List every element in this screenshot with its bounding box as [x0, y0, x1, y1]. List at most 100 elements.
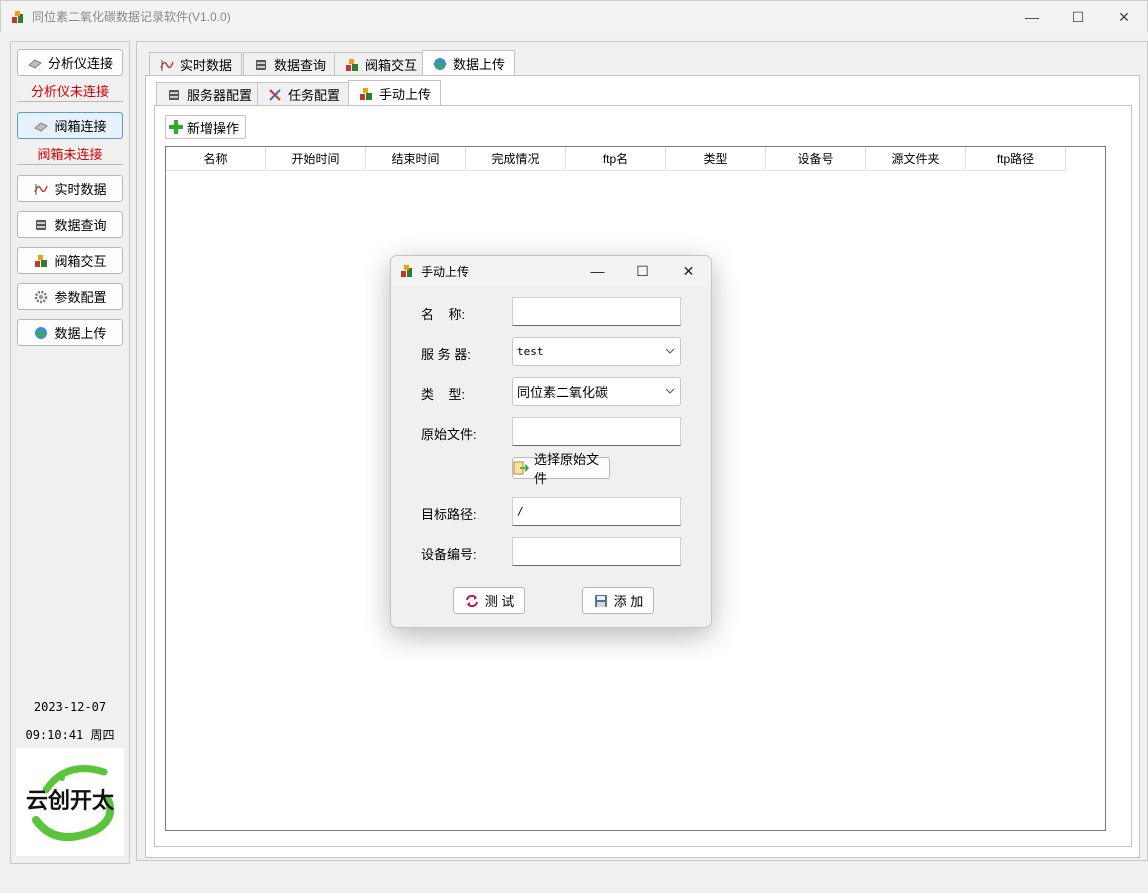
tab-label: 任务配置 [288, 88, 341, 103]
column-header-status[interactable]: 完成情况 [466, 147, 566, 171]
column-header-type[interactable]: 类型 [666, 147, 766, 171]
choose-source-file-label: 选择原始文件 [534, 452, 600, 486]
test-button[interactable]: 测 试 [453, 587, 525, 614]
nav-label: 阀箱交互 [54, 254, 107, 269]
name-input[interactable] [512, 297, 681, 326]
current-date: 2023-12-07 [33, 700, 107, 714]
type-select[interactable]: 同位素二氧化碳 [512, 377, 681, 406]
name-label: 名 称: [421, 307, 466, 322]
add-operation-label: 新增操作 [187, 120, 240, 136]
server-label: 服 务 器: [421, 347, 471, 362]
valve-status: 阀箱未连接 [37, 147, 103, 162]
divider [17, 101, 123, 102]
dialog-title: 手动上传 [421, 264, 470, 279]
gear-icon [33, 289, 49, 305]
database-icon [166, 87, 182, 103]
add-operation-button[interactable]: 新增操作 [165, 115, 247, 139]
choose-source-file-button[interactable]: 选择原始文件 [512, 452, 610, 486]
tab-realtime-data[interactable]: 实时数据 [149, 52, 243, 76]
blocks-icon [344, 57, 360, 73]
connector-icon [33, 118, 49, 134]
server-select[interactable]: test [512, 337, 681, 366]
source-file-input[interactable] [512, 417, 681, 446]
nav-label: 参数配置 [54, 290, 107, 305]
source-file-label: 原始文件: [421, 427, 477, 442]
dialog-titlebar: 手动上传 — ☐ ✕ [391, 256, 711, 286]
server-select-value: test [517, 345, 544, 358]
blocks-icon [358, 86, 374, 102]
logo-text: 云创开太 [26, 789, 115, 814]
add-button[interactable]: 添 加 [582, 587, 654, 614]
column-header-source-folder[interactable]: 源文件夹 [866, 147, 966, 171]
manual-upload-dialog: 手动上传 — ☐ ✕ 名 称: 服 务 器: test 类 型: 同位素二氧化碳… [390, 255, 712, 628]
column-header-ftp-name[interactable]: ftp名 [566, 147, 666, 171]
tools-icon [267, 87, 283, 103]
window-title: 同位素二氧化碳数据记录软件(V1.0.0) [32, 10, 231, 24]
test-button-label: 测 试 [484, 594, 515, 609]
minimize-button[interactable]: — [1009, 1, 1055, 33]
column-header-ftp-path[interactable]: ftp路径 [966, 147, 1066, 171]
nav-parameter-config[interactable]: 参数配置 [17, 283, 123, 310]
tab-label: 手动上传 [379, 87, 432, 102]
nav-realtime-data[interactable]: 实时数据 [17, 175, 123, 202]
column-header-device-id[interactable]: 设备号 [766, 147, 866, 171]
divider [17, 164, 123, 165]
target-path-label: 目标路径: [421, 507, 477, 522]
wave-chart-icon [33, 181, 49, 197]
app-icon [401, 265, 412, 277]
tab-data-upload[interactable]: 数据上传 [422, 50, 516, 76]
wave-chart-icon [159, 57, 175, 73]
analyzer-status: 分析仪未连接 [30, 84, 109, 99]
refresh-icon [464, 593, 480, 609]
close-button[interactable]: ✕ [1101, 1, 1147, 33]
column-header-end-time[interactable]: 结束时间 [366, 147, 466, 171]
connector-icon [27, 55, 43, 71]
tab-valve-interaction[interactable]: 阀箱交互 [334, 52, 428, 76]
type-label: 类 型: [421, 387, 466, 402]
device-id-label: 设备编号: [421, 547, 477, 562]
valve-connect-button[interactable]: 阀箱连接 [17, 112, 123, 139]
globe-icon [432, 56, 448, 72]
table-header: 名称 开始时间 结束时间 完成情况 ftp名 类型 设备号 源文件夹 ftp路径 [166, 147, 1066, 171]
dialog-maximize-button[interactable]: ☐ [620, 256, 665, 286]
database-icon [253, 57, 269, 73]
dialog-minimize-button[interactable]: — [575, 256, 620, 286]
logo-image: 云创开太 [26, 765, 115, 841]
tab-label: 数据查询 [274, 58, 327, 73]
save-icon [593, 593, 609, 609]
add-button-label: 添 加 [613, 594, 644, 609]
column-header-name[interactable]: 名称 [166, 147, 266, 171]
device-id-input[interactable] [512, 537, 681, 566]
nav-label: 实时数据 [54, 182, 107, 197]
analyzer-connect-button[interactable]: 分析仪连接 [17, 49, 123, 76]
maximize-button[interactable]: ☐ [1055, 1, 1101, 33]
target-path-input[interactable]: / [512, 497, 681, 526]
type-select-value: 同位素二氧化碳 [517, 385, 609, 400]
nav-label: 数据查询 [54, 218, 107, 233]
tab-label: 阀箱交互 [365, 58, 418, 73]
app-icon [12, 10, 23, 23]
plus-icon [168, 119, 184, 135]
column-header-start-time[interactable]: 开始时间 [266, 147, 366, 171]
window-titlebar: 同位素二氧化碳数据记录软件(V1.0.0) — ☐ ✕ [0, 0, 1148, 32]
subtab-manual-upload[interactable]: 手动上传 [348, 80, 442, 106]
database-icon [33, 217, 49, 233]
tab-data-query[interactable]: 数据查询 [243, 52, 337, 76]
tab-label: 实时数据 [180, 58, 233, 73]
blocks-icon [33, 253, 49, 269]
chevron-down-icon [660, 346, 680, 357]
current-time: 09:10:41 周四 [25, 728, 115, 742]
nav-label: 数据上传 [54, 326, 107, 341]
subtab-server-config[interactable]: 服务器配置 [156, 82, 263, 106]
subtab-task-config[interactable]: 任务配置 [257, 82, 351, 106]
chevron-down-icon [660, 386, 680, 397]
nav-valve-interaction[interactable]: 阀箱交互 [17, 247, 123, 274]
nav-data-upload[interactable]: 数据上传 [17, 319, 123, 346]
valve-connect-label: 阀箱连接 [54, 119, 107, 134]
sidebar: 分析仪连接 分析仪未连接 阀箱连接 阀箱未连接 实时数据 数据查询 阀箱交互 参… [10, 41, 130, 864]
dialog-close-button[interactable]: ✕ [666, 256, 711, 286]
nav-data-query[interactable]: 数据查询 [17, 211, 123, 238]
tab-label: 服务器配置 [187, 88, 253, 103]
file-import-icon [513, 460, 529, 476]
globe-icon [33, 325, 49, 341]
